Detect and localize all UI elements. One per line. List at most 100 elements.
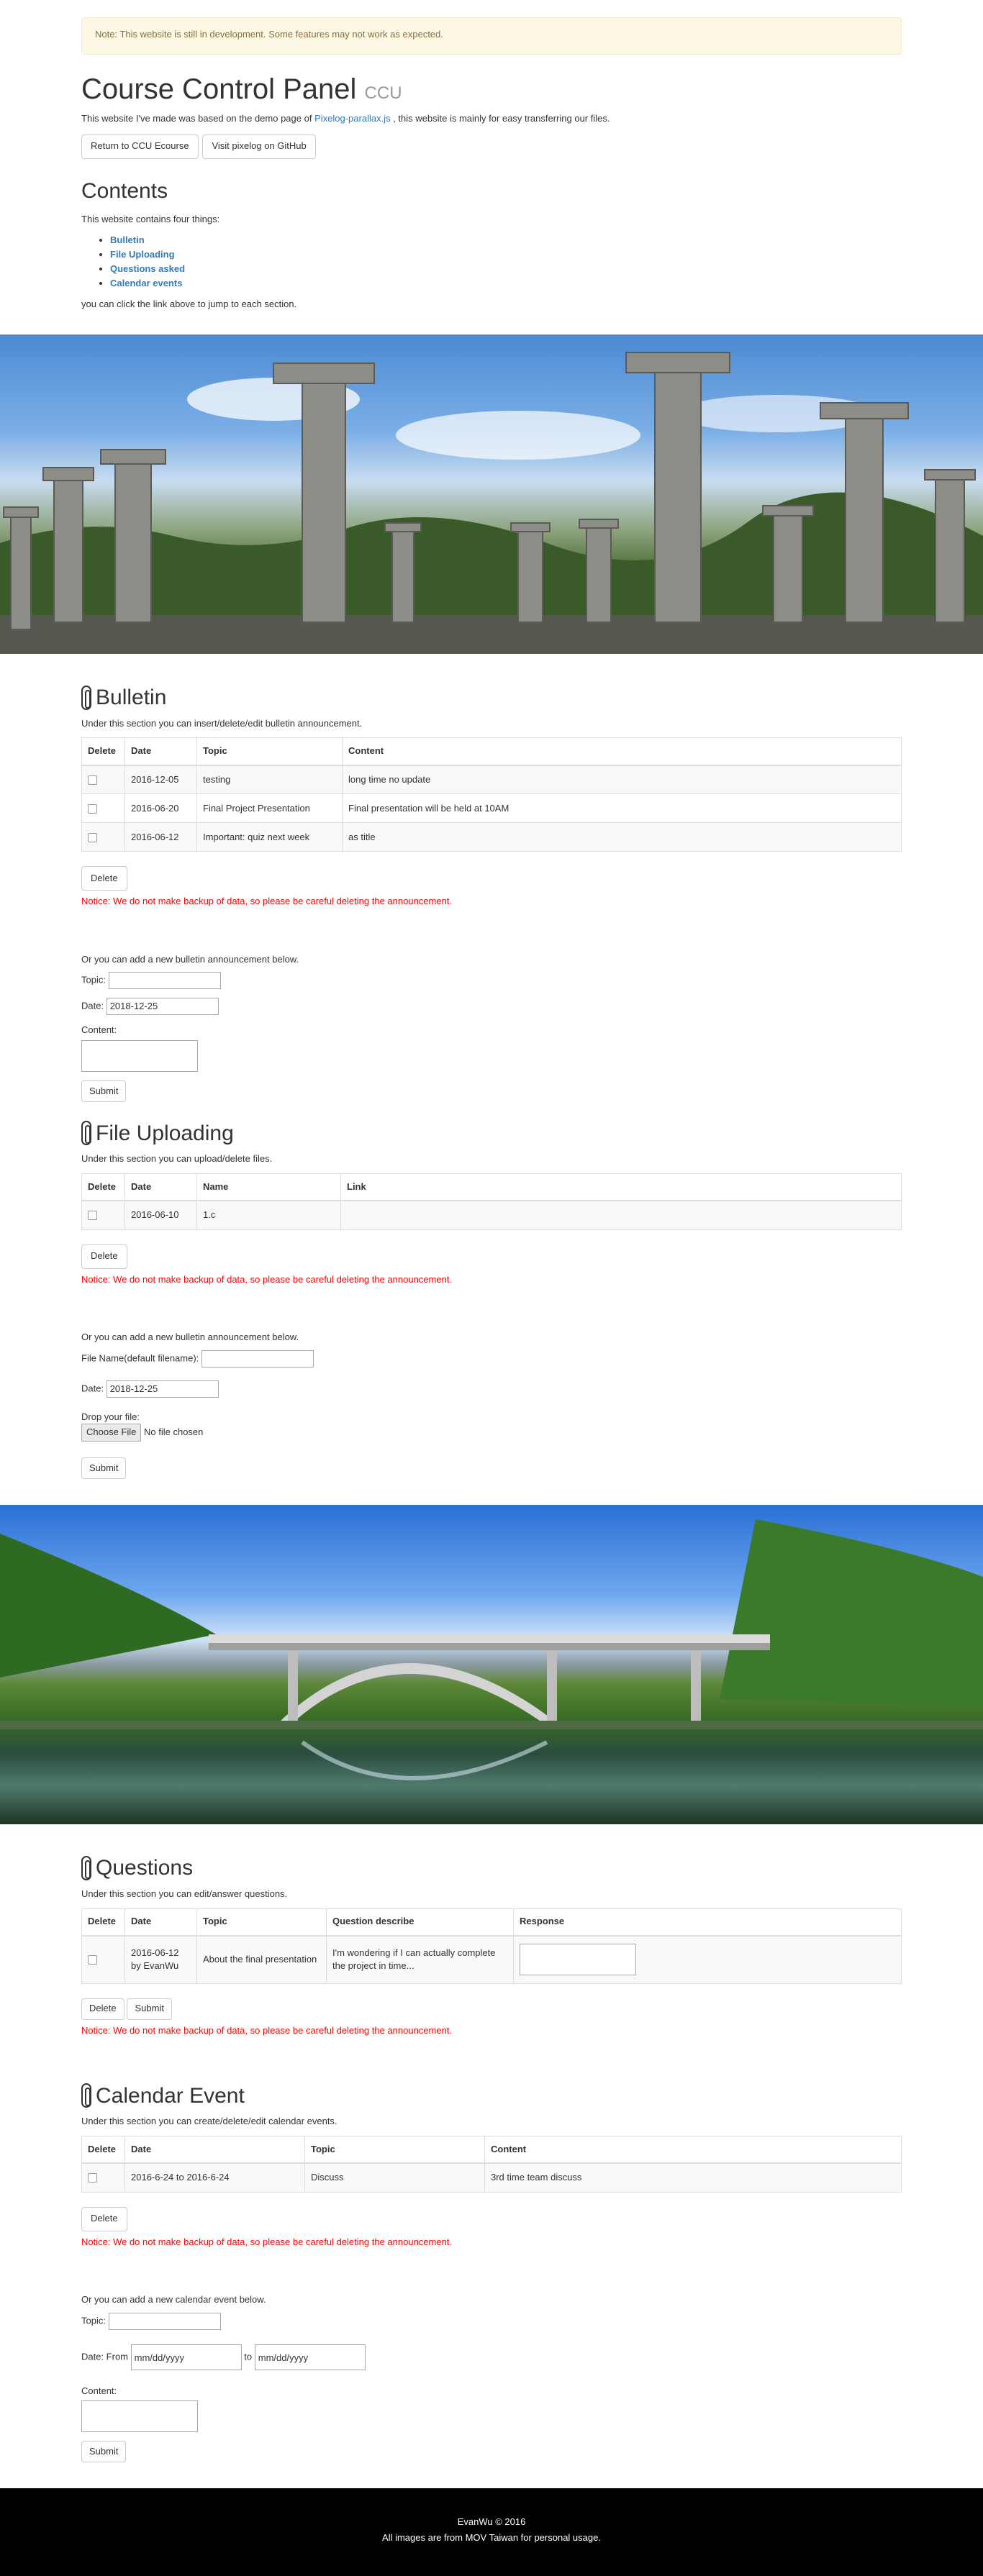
date-row: Date: 2018-12-25	[81, 998, 902, 1016]
bulletin-submit-button[interactable]: Submit	[81, 1080, 127, 1103]
park-illustration	[0, 351, 983, 654]
calendar-heading-row: Calendar Event	[81, 2083, 902, 2108]
choose-file-button[interactable]: Choose File	[81, 1424, 142, 1442]
cal-topic-input[interactable]	[108, 2312, 221, 2330]
bulletin-form: Or you can add a new bulletin announceme…	[81, 953, 902, 1103]
bulletin-delete-button[interactable]: Delete	[81, 866, 127, 891]
toc-link-files[interactable]: File Uploading	[110, 249, 175, 260]
topic-input[interactable]	[108, 972, 221, 990]
contents-intro: This website contains four things:	[81, 213, 220, 224]
bulletin-heading-row: Bulletin	[81, 685, 902, 710]
col-topic: Topic	[196, 737, 343, 766]
footer: EvanWu © 2016 All images are from MOV Ta…	[0, 2488, 983, 2576]
questions-notice: Notice: We do not make backup of data, s…	[81, 2024, 453, 2036]
col-content: Content	[484, 2135, 902, 2165]
files-table: Delete Date Name Link 2016-06-10 1.c	[81, 1173, 902, 1230]
row-delete-checkbox[interactable]	[88, 775, 97, 785]
drop-row: Drop your file: Choose File No file chos…	[81, 1411, 902, 1442]
footer-credits: All images are from MOV Taiwan for perso…	[382, 2532, 601, 2544]
cell-question: I'm wondering if I can actually complete…	[326, 1935, 514, 1984]
calendar-delete-button[interactable]: Delete	[81, 2206, 127, 2231]
cell-date: 2016-6-24 to 2016-6-24	[124, 2162, 305, 2193]
questions-desc: Under this section you can edit/answer q…	[81, 1888, 288, 1899]
file-date-label: Date:	[81, 1383, 104, 1394]
toc-link-questions[interactable]: Questions asked	[110, 263, 185, 274]
file-date-input[interactable]: 2018-12-25	[106, 1380, 219, 1398]
questions-delete-button[interactable]: Delete	[81, 1998, 124, 2020]
cell-date: 2016-12-05	[124, 765, 197, 795]
cal-date-to-input[interactable]: mm/dd/yyyy	[254, 2344, 366, 2370]
row-delete-checkbox[interactable]	[88, 2173, 97, 2183]
calendar-submit-button[interactable]: Submit	[81, 2441, 127, 2463]
contents-list: Bulletin File Uploading Questions asked …	[81, 233, 902, 291]
pixelog-link[interactable]: Pixelog-parallax.js	[314, 113, 391, 124]
cell-date: 2016-06-12	[124, 822, 197, 852]
cell-topic: Important: quiz next week	[196, 822, 343, 852]
toc-link-bulletin[interactable]: Bulletin	[110, 235, 145, 245]
questions-heading-row: Questions	[81, 1855, 902, 1880]
cal-content-textarea[interactable]	[81, 2400, 198, 2433]
table-row: 2016-06-12 by EvanWu About the final pre…	[81, 1935, 902, 1984]
questions-section: Questions Under this section you can edi…	[81, 1824, 902, 2037]
header-buttons: Return to CCU Ecourse Visit pixelog on G…	[81, 134, 902, 159]
col-response: Response	[513, 1908, 902, 1937]
cal-date-from-input[interactable]: mm/dd/yyyy	[130, 2344, 242, 2370]
date-input[interactable]: 2018-12-25	[106, 998, 219, 1016]
questions-table: Delete Date Topic Question describe Resp…	[81, 1908, 902, 1984]
content-row: Content:	[81, 1024, 902, 1073]
cell-date-value: 2016-06-12	[131, 1947, 179, 1958]
page-title: Course Control Panel CCU	[81, 73, 902, 105]
col-date: Date	[124, 737, 197, 766]
parallax-image-park	[0, 334, 983, 654]
row-delete-checkbox[interactable]	[88, 832, 97, 842]
files-submit-button[interactable]: Submit	[81, 1457, 127, 1479]
cal-topic-label: Topic:	[81, 2315, 106, 2326]
cell-date: 2016-06-20	[124, 793, 197, 824]
topic-label: Topic:	[81, 974, 106, 986]
files-delete-button[interactable]: Delete	[81, 1244, 127, 1269]
paperclip-icon	[81, 1121, 91, 1146]
bridge-illustration	[0, 1519, 983, 1780]
files-form: Or you can add a new bulletin announceme…	[81, 1331, 902, 1479]
row-delete-checkbox[interactable]	[88, 1955, 97, 1965]
col-topic: Topic	[304, 2135, 485, 2165]
cell-content: as title	[342, 822, 902, 852]
drop-label: Drop your file:	[81, 1411, 140, 1422]
files-section: File Uploading Under this section you ca…	[81, 1102, 902, 1479]
table-row: 2016-06-10 1.c	[81, 1200, 902, 1230]
page-subtitle: CCU	[364, 83, 402, 103]
cal-content-label: Content:	[81, 2385, 117, 2396]
github-button[interactable]: Visit pixelog on GitHub	[202, 134, 316, 159]
cell-content: long time no update	[342, 765, 902, 795]
col-delete: Delete	[81, 1173, 125, 1202]
calendar-section: Calendar Event Under this section you ca…	[81, 2037, 902, 2463]
filename-input[interactable]	[201, 1350, 314, 1367]
calendar-heading: Calendar Event	[96, 2083, 245, 2108]
files-heading: File Uploading	[96, 1121, 234, 1145]
cell-date: 2016-06-10	[124, 1200, 197, 1230]
table-row: 2016-12-05 testing long time no update	[81, 765, 902, 795]
row-delete-checkbox[interactable]	[88, 1211, 97, 1221]
calendar-desc: Under this section you can create/delete…	[81, 2116, 338, 2127]
toc-link-calendar[interactable]: Calendar events	[110, 278, 182, 288]
bulletin-notice: Notice: We do not make backup of data, s…	[81, 896, 453, 907]
col-delete: Delete	[81, 2135, 125, 2165]
questions-submit-button[interactable]: Submit	[127, 1998, 172, 2020]
questions-heading: Questions	[96, 1856, 194, 1880]
page-title-text: Course Control Panel	[81, 73, 357, 105]
return-ecourse-button[interactable]: Return to CCU Ecourse	[81, 134, 199, 159]
col-delete: Delete	[81, 737, 125, 766]
toc-item: Calendar events	[110, 276, 902, 291]
content-textarea[interactable]	[81, 1040, 198, 1073]
cell-link[interactable]	[340, 1200, 902, 1230]
bulletin-desc: Under this section you can insert/delete…	[81, 717, 363, 729]
toc-item: Bulletin	[110, 233, 902, 247]
bulletin-section: Bulletin Under this section you can inse…	[81, 654, 902, 1103]
date-label: Date:	[81, 1000, 104, 1011]
files-form-intro: Or you can add a new bulletin announceme…	[81, 1332, 299, 1343]
cal-date-from-label: Date: From	[81, 2351, 129, 2362]
row-delete-checkbox[interactable]	[88, 804, 97, 814]
no-file-text: No file chosen	[144, 1426, 204, 1438]
response-textarea[interactable]	[520, 1944, 636, 1976]
cell-topic: About the final presentation	[196, 1935, 327, 1984]
